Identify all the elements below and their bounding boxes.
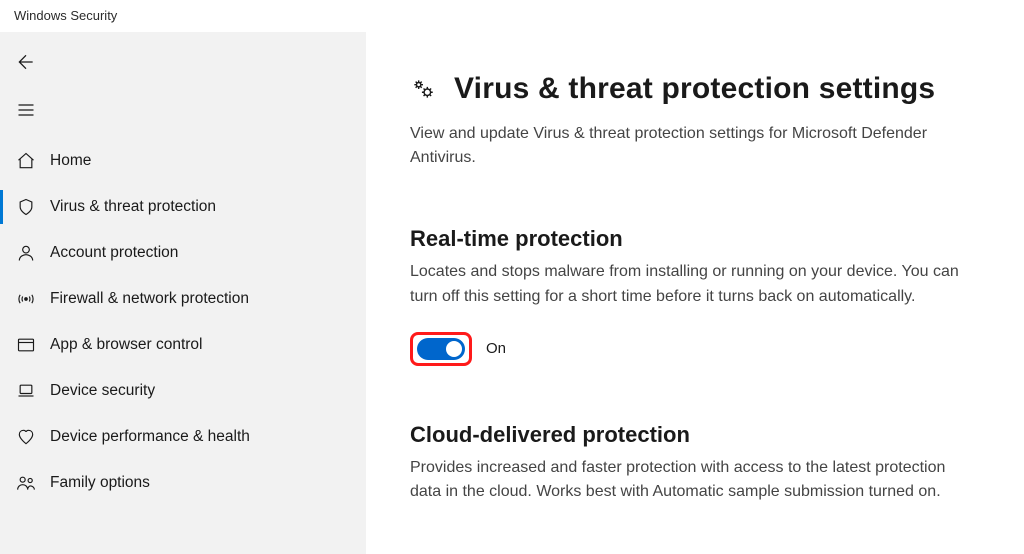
shield-icon [16,197,50,217]
arrow-left-icon [16,52,36,72]
sidebar-item-label: Family options [50,474,150,492]
section-desc-realtime: Locates and stops malware from installin… [410,260,980,310]
main-content: Virus & threat protection settings View … [366,32,1024,554]
menu-button[interactable] [0,88,48,132]
sidebar-item-firewall[interactable]: Firewall & network protection [0,276,366,322]
realtime-toggle-state: On [486,340,506,357]
sidebar-item-label: Firewall & network protection [50,290,249,308]
person-icon [16,243,50,263]
section-realtime: Real-time protection Locates and stops m… [410,226,980,366]
sidebar-list: Home Virus & threat protection Account p… [0,138,366,506]
sidebar-item-label: Device security [50,382,155,400]
sidebar-item-label: Home [50,152,91,170]
settings-gear-icon [410,74,440,104]
sidebar-item-label: App & browser control [50,336,203,354]
sidebar-item-label: Device performance & health [50,428,250,446]
section-desc-cloud: Provides increased and faster protection… [410,456,980,506]
sidebar-item-virus-threat[interactable]: Virus & threat protection [0,184,366,230]
heart-icon [16,427,50,447]
sidebar-item-app-browser[interactable]: App & browser control [0,322,366,368]
hamburger-icon [16,100,36,120]
back-button[interactable] [0,40,48,84]
realtime-toggle[interactable] [417,338,465,360]
sidebar-item-device-perf[interactable]: Device performance & health [0,414,366,460]
sidebar: Home Virus & threat protection Account p… [0,32,366,554]
sidebar-item-label: Virus & threat protection [50,198,216,216]
sidebar-item-family[interactable]: Family options [0,460,366,506]
section-title-cloud: Cloud-delivered protection [410,422,980,448]
page-title: Virus & threat protection settings [454,72,935,106]
section-cloud: Cloud-delivered protection Provides incr… [410,422,980,506]
laptop-icon [16,381,50,401]
section-title-realtime: Real-time protection [410,226,980,252]
home-icon [16,151,50,171]
people-icon [16,473,50,493]
toggle-highlight-frame [410,332,472,366]
signal-icon [16,289,50,309]
sidebar-item-account[interactable]: Account protection [0,230,366,276]
sidebar-item-label: Account protection [50,244,178,262]
page-subtitle: View and update Virus & threat protectio… [410,122,970,170]
sidebar-item-device-security[interactable]: Device security [0,368,366,414]
sidebar-item-home[interactable]: Home [0,138,366,184]
window-icon [16,335,50,355]
window-title: Windows Security [0,0,1024,32]
